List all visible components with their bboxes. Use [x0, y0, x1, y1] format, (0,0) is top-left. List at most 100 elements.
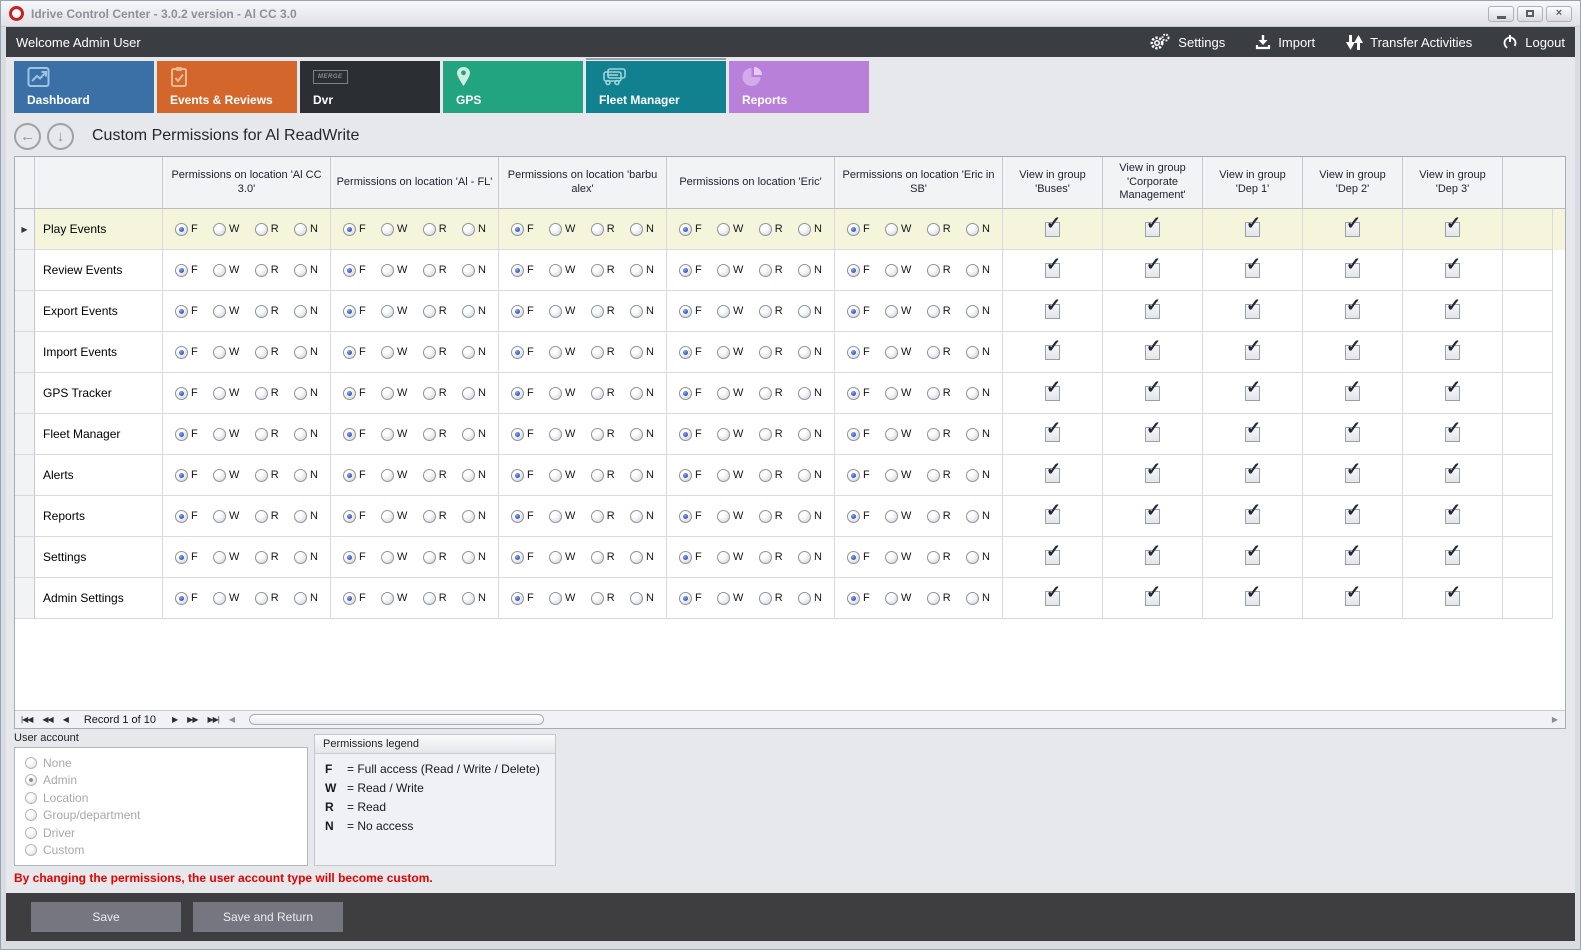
- radio-icon[interactable]: [847, 469, 860, 482]
- radio-icon[interactable]: [343, 305, 356, 318]
- radio-icon[interactable]: [423, 387, 436, 400]
- radio-option-f[interactable]: F: [343, 428, 366, 441]
- radio-icon[interactable]: [759, 387, 772, 400]
- radio-icon[interactable]: [343, 592, 356, 605]
- radio-option-r[interactable]: R: [927, 469, 951, 482]
- radio-icon[interactable]: [381, 346, 394, 359]
- radio-icon[interactable]: [381, 469, 394, 482]
- radio-icon[interactable]: [679, 551, 692, 564]
- radio-option-n[interactable]: N: [462, 510, 486, 523]
- radio-icon[interactable]: [717, 510, 730, 523]
- radio-icon[interactable]: [255, 469, 268, 482]
- back-button[interactable]: ←: [14, 123, 41, 150]
- radio-option-n[interactable]: N: [294, 551, 318, 564]
- radio-icon[interactable]: [759, 223, 772, 236]
- radio-option-f[interactable]: F: [175, 223, 198, 236]
- radio-option-f[interactable]: F: [679, 592, 702, 605]
- radio-icon[interactable]: [343, 551, 356, 564]
- radio-option-f[interactable]: F: [175, 264, 198, 277]
- checkbox[interactable]: ✓: [1445, 345, 1460, 360]
- scroll-right-icon[interactable]: ▶: [1548, 715, 1562, 724]
- radio-option-r[interactable]: R: [423, 305, 447, 318]
- radio-icon[interactable]: [213, 223, 226, 236]
- radio-option-n[interactable]: N: [630, 346, 654, 359]
- radio-option-r[interactable]: R: [591, 223, 615, 236]
- radio-option-f[interactable]: F: [847, 592, 870, 605]
- radio-option-r[interactable]: R: [927, 305, 951, 318]
- radio-option-w[interactable]: W: [717, 223, 743, 236]
- checkbox[interactable]: ✓: [1145, 591, 1160, 606]
- radio-icon[interactable]: [927, 510, 940, 523]
- radio-option-r[interactable]: R: [591, 264, 615, 277]
- radio-icon[interactable]: [591, 387, 604, 400]
- radio-icon[interactable]: [679, 387, 692, 400]
- checkbox[interactable]: ✓: [1445, 509, 1460, 524]
- radio-option-w[interactable]: W: [381, 346, 407, 359]
- radio-option-w[interactable]: W: [549, 223, 575, 236]
- radio-option-f[interactable]: F: [679, 223, 702, 236]
- radio-icon[interactable]: [885, 223, 898, 236]
- checkbox[interactable]: ✓: [1045, 345, 1060, 360]
- radio-option-f[interactable]: F: [847, 223, 870, 236]
- radio-icon[interactable]: [423, 592, 436, 605]
- radio-option-f[interactable]: F: [511, 510, 534, 523]
- radio-icon[interactable]: [717, 428, 730, 441]
- radio-icon[interactable]: [966, 305, 979, 318]
- checkbox[interactable]: ✓: [1045, 509, 1060, 524]
- checkbox[interactable]: ✓: [1445, 263, 1460, 278]
- radio-icon[interactable]: [462, 346, 475, 359]
- checkbox[interactable]: ✓: [1245, 345, 1260, 360]
- radio-option-n[interactable]: N: [798, 510, 822, 523]
- radio-option-n[interactable]: N: [294, 305, 318, 318]
- radio-option-w[interactable]: W: [885, 469, 911, 482]
- radio-option-w[interactable]: W: [381, 551, 407, 564]
- radio-icon[interactable]: [717, 551, 730, 564]
- radio-option-w[interactable]: W: [549, 510, 575, 523]
- radio-icon[interactable]: [759, 305, 772, 318]
- checkbox[interactable]: ✓: [1345, 222, 1360, 237]
- radio-option-n[interactable]: N: [462, 592, 486, 605]
- radio-option-w[interactable]: W: [885, 346, 911, 359]
- radio-icon[interactable]: [175, 592, 188, 605]
- checkbox[interactable]: ✓: [1345, 591, 1360, 606]
- radio-option-w[interactable]: W: [885, 428, 911, 441]
- table-row[interactable]: SettingsFWRNFWRNFWRNFWRNFWRN✓✓✓✓✓: [15, 537, 1565, 578]
- radio-option-f[interactable]: F: [847, 346, 870, 359]
- radio-option-w[interactable]: W: [213, 305, 239, 318]
- radio-icon[interactable]: [462, 510, 475, 523]
- radio-option-r[interactable]: R: [759, 346, 783, 359]
- radio-option-r[interactable]: R: [591, 305, 615, 318]
- radio-icon[interactable]: [294, 592, 307, 605]
- save-button[interactable]: Save: [31, 902, 181, 932]
- radio-icon[interactable]: [343, 346, 356, 359]
- radio-icon[interactable]: [798, 264, 811, 277]
- radio-option-f[interactable]: F: [343, 469, 366, 482]
- radio-icon[interactable]: [343, 469, 356, 482]
- radio-option-f[interactable]: F: [343, 223, 366, 236]
- radio-option-w[interactable]: W: [213, 551, 239, 564]
- radio-icon[interactable]: [511, 510, 524, 523]
- radio-option-f[interactable]: F: [343, 264, 366, 277]
- radio-icon[interactable]: [213, 264, 226, 277]
- checkbox[interactable]: ✓: [1045, 468, 1060, 483]
- radio-icon[interactable]: [591, 428, 604, 441]
- radio-option-n[interactable]: N: [294, 264, 318, 277]
- radio-icon[interactable]: [679, 510, 692, 523]
- radio-icon[interactable]: [175, 223, 188, 236]
- checkbox[interactable]: ✓: [1345, 386, 1360, 401]
- radio-option-r[interactable]: R: [255, 592, 279, 605]
- radio-icon[interactable]: [213, 305, 226, 318]
- radio-icon[interactable]: [966, 264, 979, 277]
- prev-page-button[interactable]: ◀◀: [42, 715, 52, 724]
- first-record-button[interactable]: |◀◀: [21, 715, 32, 724]
- radio-option-w[interactable]: W: [885, 510, 911, 523]
- radio-icon[interactable]: [511, 428, 524, 441]
- radio-option-r[interactable]: R: [591, 469, 615, 482]
- table-row[interactable]: Fleet ManagerFWRNFWRNFWRNFWRNFWRN✓✓✓✓✓: [15, 414, 1565, 455]
- radio-option-r[interactable]: R: [591, 510, 615, 523]
- radio-icon[interactable]: [549, 428, 562, 441]
- radio-option-f[interactable]: F: [511, 346, 534, 359]
- radio-option-n[interactable]: N: [630, 387, 654, 400]
- radio-option-r[interactable]: R: [927, 428, 951, 441]
- radio-icon[interactable]: [847, 223, 860, 236]
